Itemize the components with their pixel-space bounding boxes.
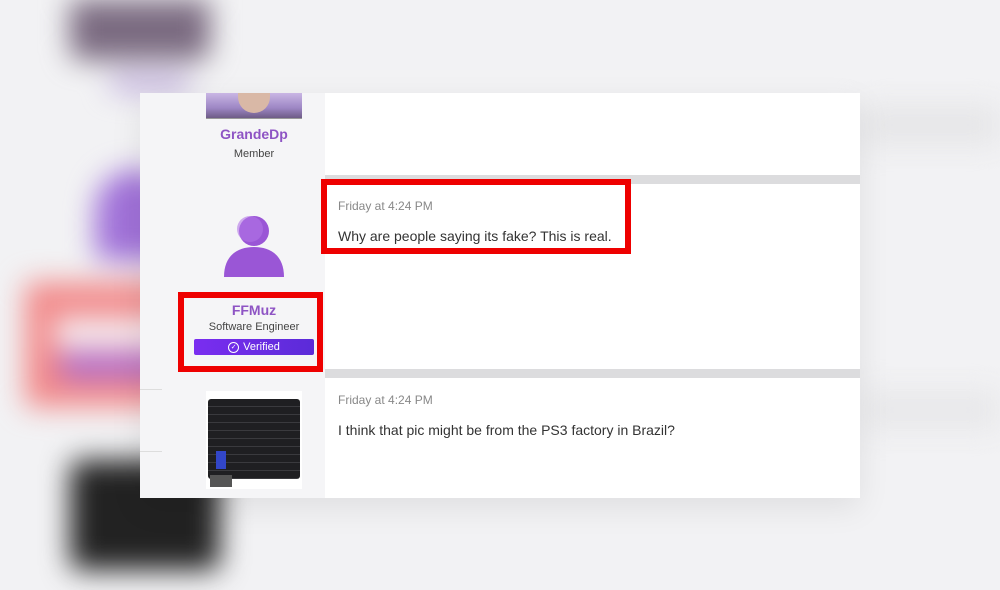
divider — [140, 389, 162, 390]
post-message: I think that pic might be from the PS3 f… — [338, 422, 675, 438]
username[interactable]: GrandeDp — [168, 126, 340, 142]
avatar[interactable] — [206, 93, 302, 119]
post-timestamp[interactable]: Friday at 4:24 PM — [338, 393, 433, 407]
divider — [140, 451, 162, 452]
person-icon[interactable] — [222, 215, 286, 277]
highlight-box — [321, 179, 631, 254]
post-separator — [325, 369, 860, 378]
avatar[interactable] — [206, 391, 302, 489]
user-title: Member — [233, 148, 275, 160]
highlight-box — [178, 292, 323, 372]
